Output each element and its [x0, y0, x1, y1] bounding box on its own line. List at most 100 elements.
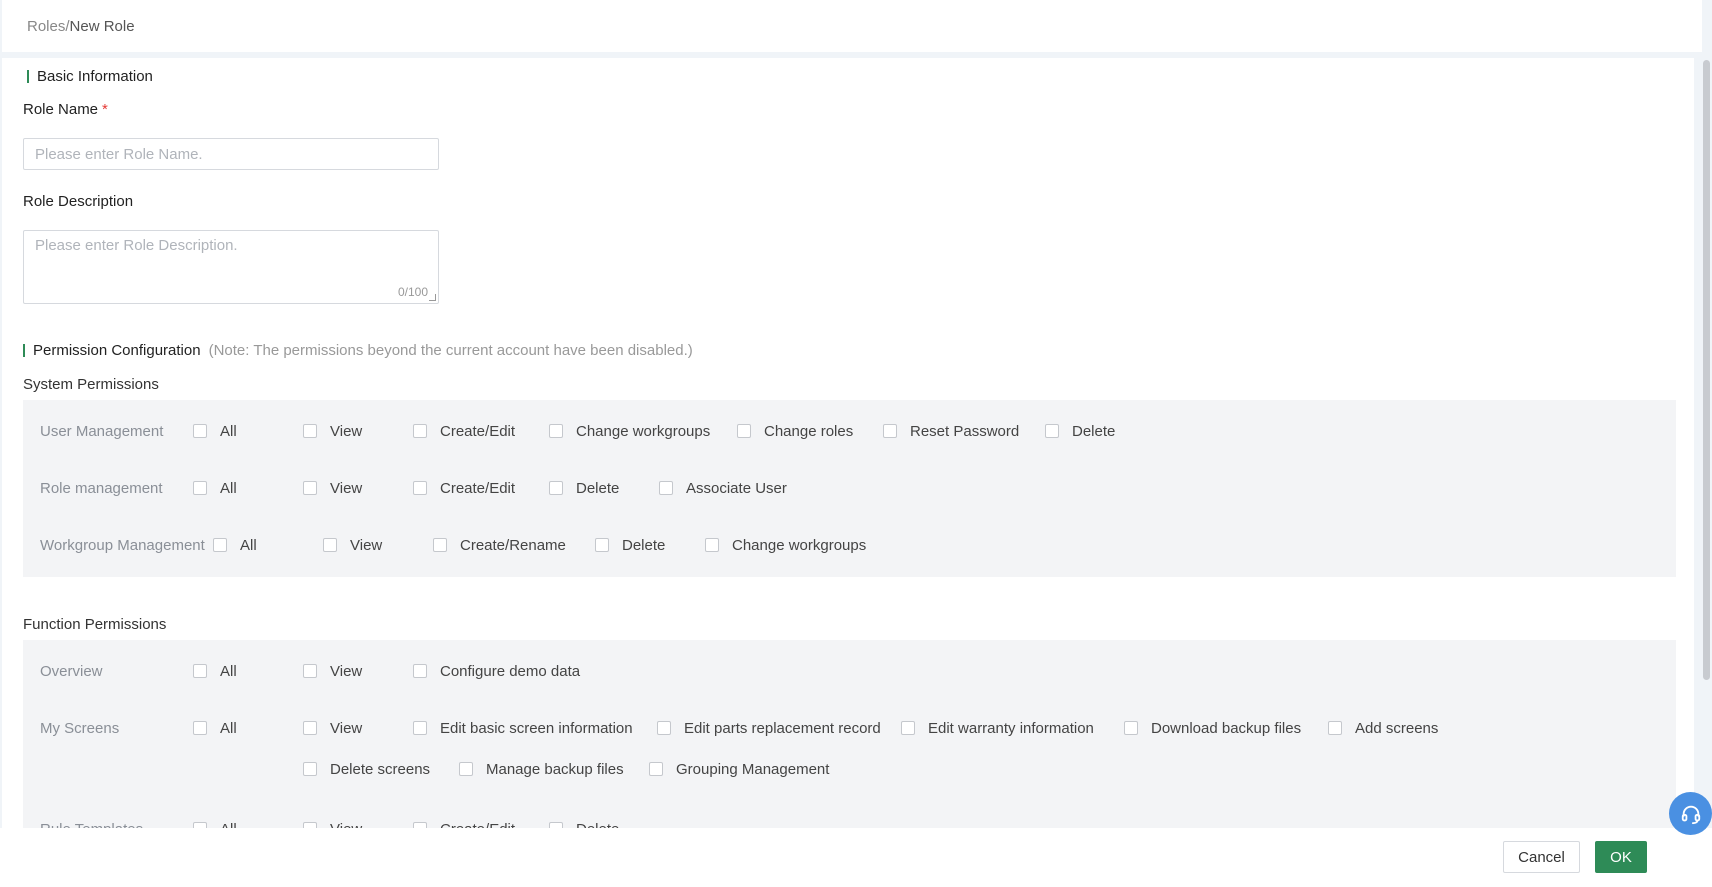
scrollbar[interactable]	[1701, 58, 1711, 828]
checkbox-role-management-view[interactable]: View	[303, 478, 362, 498]
checkbox-my-screens-add-screens[interactable]: Add screens	[1328, 718, 1438, 738]
checkbox-workgroup-management-all[interactable]: All	[213, 535, 257, 555]
checkbox-label: Edit parts replacement record	[684, 719, 881, 737]
checkbox-box[interactable]	[213, 538, 227, 552]
checkbox-box[interactable]	[883, 424, 897, 438]
checkbox-workgroup-management-delete[interactable]: Delete	[595, 535, 665, 555]
role-name-input[interactable]	[23, 138, 439, 170]
scrollbar-thumb[interactable]	[1703, 60, 1710, 680]
perm-row-label: Workgroup Management	[40, 537, 205, 554]
checkbox-box[interactable]	[459, 762, 473, 776]
checkbox-box[interactable]	[193, 664, 207, 678]
checkbox-label: All	[220, 422, 237, 440]
headset-icon	[1681, 805, 1700, 824]
checkbox-role-management-associate-user[interactable]: Associate User	[659, 478, 787, 498]
checkbox-box[interactable]	[901, 721, 915, 735]
checkbox-label: View	[330, 479, 363, 497]
checkbox-my-screens-manage-backup-files[interactable]: Manage backup files	[459, 759, 624, 779]
checkbox-user-management-delete[interactable]: Delete	[1045, 421, 1115, 441]
permission-config-title: Permission Configuration (Note: The perm…	[23, 342, 693, 359]
function-permissions-panel: Overview All View Configure demo data My Scr…	[23, 640, 1676, 828]
checkbox-overview-view[interactable]: View	[303, 661, 362, 681]
checkbox-label: All	[220, 662, 237, 680]
checkbox-my-screens-edit-warranty-information[interactable]: Edit warranty information	[901, 718, 1094, 738]
checkbox-user-management-all[interactable]: All	[193, 421, 237, 441]
cancel-button[interactable]: Cancel	[1503, 841, 1580, 873]
checkbox-label: Delete	[576, 821, 619, 829]
checkbox-rule-templates-delete[interactable]: Delete	[549, 819, 619, 828]
breadcrumb-roles-link[interactable]: Roles/	[27, 18, 70, 35]
checkbox-user-management-create-edit[interactable]: Create/Edit	[413, 421, 515, 441]
checkbox-box[interactable]	[1328, 721, 1342, 735]
checkbox-overview-all[interactable]: All	[193, 661, 237, 681]
checkbox-my-screens-view[interactable]: View	[303, 718, 362, 738]
checkbox-box[interactable]	[303, 424, 317, 438]
breadcrumb: Roles/ New Role	[2, 0, 1702, 52]
checkbox-role-management-all[interactable]: All	[193, 478, 237, 498]
checkbox-rule-templates-create-edit[interactable]: Create/Edit	[413, 819, 515, 828]
perm-row-rule-templates: Rule Templates All View Create/Edit Delete	[23, 801, 1676, 828]
checkbox-box[interactable]	[413, 481, 427, 495]
checkbox-user-management-reset-password[interactable]: Reset Password	[883, 421, 1019, 441]
checkbox-label: Delete screens	[330, 760, 431, 778]
resize-handle-icon[interactable]	[429, 294, 436, 301]
checkbox-box[interactable]	[433, 538, 447, 552]
checkbox-box[interactable]	[193, 424, 207, 438]
checkbox-label: Change workgroups	[732, 536, 867, 554]
checkbox-rule-templates-all[interactable]: All	[193, 819, 237, 828]
checkbox-box[interactable]	[549, 481, 563, 495]
checkbox-rule-templates-view[interactable]: View	[303, 819, 362, 828]
checkbox-label: Associate User	[686, 479, 787, 497]
checkbox-label: All	[240, 536, 257, 554]
ok-button[interactable]: OK	[1595, 841, 1647, 873]
checkbox-box[interactable]	[549, 424, 563, 438]
checkbox-box[interactable]	[1045, 424, 1059, 438]
checkbox-box[interactable]	[303, 481, 317, 495]
role-description-input[interactable]	[24, 231, 438, 303]
checkbox-box[interactable]	[323, 538, 337, 552]
checkbox-box[interactable]	[705, 538, 719, 552]
checkbox-user-management-view[interactable]: View	[303, 421, 362, 441]
checkbox-box[interactable]	[657, 721, 671, 735]
checkbox-label: Create/Edit	[440, 422, 516, 440]
checkbox-box[interactable]	[1124, 721, 1138, 735]
help-button[interactable]	[1669, 792, 1712, 835]
checkbox-box[interactable]	[193, 481, 207, 495]
checkbox-box[interactable]	[649, 762, 663, 776]
checkbox-my-screens-edit-parts-replacement-record[interactable]: Edit parts replacement record	[657, 718, 881, 738]
function-permissions-title: Function Permissions	[23, 616, 167, 633]
checkbox-box[interactable]	[413, 664, 427, 678]
checkbox-label: Change roles	[764, 422, 854, 440]
system-permissions-panel: User Management All View Create/Edit Change …	[23, 400, 1676, 577]
checkbox-my-screens-delete-screens[interactable]: Delete screens	[303, 759, 430, 779]
checkbox-box[interactable]	[413, 721, 427, 735]
checkbox-label: Edit warranty information	[928, 719, 1094, 737]
checkbox-label: Create/Rename	[460, 536, 566, 554]
checkbox-box[interactable]	[303, 721, 317, 735]
checkbox-overview-configure-demo-data[interactable]: Configure demo data	[413, 661, 580, 681]
checkbox-workgroup-management-view[interactable]: View	[323, 535, 382, 555]
checkbox-user-management-change-roles[interactable]: Change roles	[737, 421, 853, 441]
checkbox-my-screens-all[interactable]: All	[193, 718, 237, 738]
checkbox-workgroup-management-change-workgroups[interactable]: Change workgroups	[705, 535, 866, 555]
checkbox-box[interactable]	[303, 762, 317, 776]
checkbox-user-management-change-workgroups[interactable]: Change workgroups	[549, 421, 710, 441]
checkbox-box[interactable]	[303, 664, 317, 678]
checkbox-box[interactable]	[595, 538, 609, 552]
perm-row-my-screens: My Screens All View Edit basic screen infor…	[23, 700, 1676, 778]
perm-row-user-management: User Management All View Create/Edit Change …	[23, 403, 1676, 460]
checkbox-role-management-create-edit[interactable]: Create/Edit	[413, 478, 515, 498]
checkbox-my-screens-grouping-management[interactable]: Grouping Management	[649, 759, 829, 779]
char-counter: 0/100	[397, 285, 428, 299]
checkbox-box[interactable]	[193, 721, 207, 735]
checkbox-label: View	[330, 662, 363, 680]
checkbox-workgroup-management-create-rename[interactable]: Create/Rename	[433, 535, 566, 555]
checkbox-my-screens-edit-basic-screen-information[interactable]: Edit basic screen information	[413, 718, 633, 738]
checkbox-my-screens-download-backup-files[interactable]: Download backup files	[1124, 718, 1301, 738]
checkbox-label: View	[330, 422, 363, 440]
perm-row-label: User Management	[40, 423, 164, 440]
checkbox-box[interactable]	[737, 424, 751, 438]
checkbox-role-management-delete[interactable]: Delete	[549, 478, 619, 498]
checkbox-box[interactable]	[413, 424, 427, 438]
checkbox-box[interactable]	[659, 481, 673, 495]
